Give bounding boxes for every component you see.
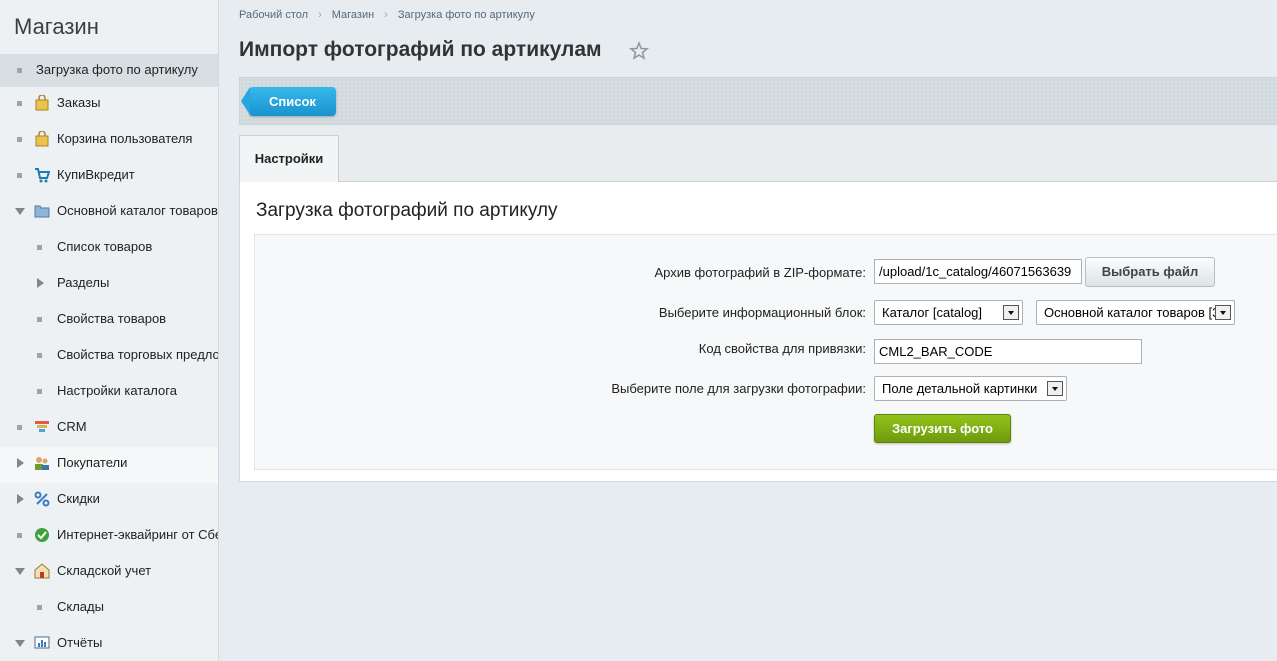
sidebar-item-warehouses[interactable]: Склады: [0, 591, 218, 627]
sidebar-item-sections[interactable]: Разделы: [0, 267, 218, 303]
toolbar: Список: [239, 77, 1277, 125]
chevron-down-icon[interactable]: [15, 568, 25, 575]
sidebar-item-warehouse-accounting[interactable]: Складской учет: [0, 555, 218, 591]
sidebar-item-discounts[interactable]: Скидки: [0, 483, 218, 519]
bullet-marker: [37, 353, 42, 358]
chevron-right-icon[interactable]: [37, 278, 44, 288]
funnel-icon: [35, 421, 49, 432]
users-icon: [35, 457, 49, 470]
bullet-marker: [17, 533, 22, 538]
choose-file-button[interactable]: Выбрать файл: [1085, 257, 1215, 287]
sidebar-item-kupivkredit[interactable]: КупиВкредит: [0, 159, 218, 195]
shopping-bag-icon: [35, 95, 49, 111]
breadcrumb-separator-icon: ›: [384, 9, 388, 21]
iblock-type-select-value: Каталог [catalog]: [882, 305, 983, 320]
sidebar-item-label: Заказы: [57, 95, 101, 110]
percent-icon: [34, 491, 50, 507]
dropdown-arrow-icon[interactable]: [1003, 305, 1019, 320]
sidebar-item-sber-acquiring[interactable]: Интернет-эквайринг от Сбе: [0, 519, 218, 555]
iblock-label: Выберите информационный блок:: [658, 305, 866, 320]
breadcrumb-link-shop[interactable]: Магазин: [332, 9, 374, 21]
sidebar-item-label: Скидки: [57, 491, 100, 506]
sidebar-item-basket[interactable]: Корзина пользователя: [0, 123, 218, 159]
dropdown-arrow-icon[interactable]: [1047, 381, 1063, 396]
archive-path-input[interactable]: /upload/1c_catalog/46071563639: [874, 259, 1082, 284]
sidebar-item-label: Свойства торговых предло: [57, 347, 218, 362]
chevron-right-icon[interactable]: [17, 494, 24, 504]
bullet-marker: [17, 425, 22, 430]
sidebar-item-label: Список товаров: [57, 239, 153, 254]
shopping-bag-icon: [35, 131, 49, 147]
property-code-input[interactable]: CML2_BAR_CODE: [874, 339, 1142, 364]
sidebar: Магазин Загрузка фото по артикулу Заказы…: [0, 0, 219, 661]
sidebar-item-offer-properties[interactable]: Свойства торговых предло: [0, 339, 218, 375]
photo-field-select[interactable]: Поле детальной картинки: [874, 376, 1067, 401]
list-button[interactable]: Список: [241, 87, 336, 116]
archive-label: Архив фотографий в ZIP-формате:: [654, 265, 866, 280]
sidebar-item-main-catalog[interactable]: Основной каталог товаров: [0, 195, 218, 231]
bullet-marker: [17, 137, 22, 142]
bullet-marker: [37, 245, 42, 250]
dropdown-arrow-icon[interactable]: [1215, 305, 1231, 320]
photo-field-select-value: Поле детальной картинки: [882, 381, 1038, 396]
sidebar-item-customers[interactable]: Покупатели: [0, 447, 218, 483]
sidebar-item-label: Настройки каталога: [57, 383, 177, 398]
sidebar-item-label: Свойства товаров: [57, 311, 167, 326]
iblock-select-value: Основной каталог товаров [3]: [1044, 305, 1223, 320]
bullet-marker: [17, 101, 22, 106]
bullet-marker: [17, 173, 22, 178]
property-code-label: Код свойства для привязки:: [698, 341, 866, 356]
sidebar-item-label: КупиВкредит: [57, 167, 135, 182]
sidebar-item-label: Отчёты: [57, 635, 103, 650]
sidebar-item-product-properties[interactable]: Свойства товаров: [0, 303, 218, 339]
sidebar-title: Магазин: [14, 14, 99, 39]
breadcrumb-link-desktop[interactable]: Рабочий стол: [239, 9, 308, 21]
report-icon: [34, 636, 50, 649]
iblock-select[interactable]: Основной каталог товаров [3]: [1036, 300, 1235, 325]
sidebar-menu: Загрузка фото по артикулу Заказы Корзина…: [0, 54, 218, 661]
panel-title: Загрузка фотографий по артикулу: [256, 200, 558, 221]
breadcrumb-separator-icon: ›: [318, 9, 322, 21]
warehouse-icon: [34, 563, 50, 579]
check-circle-icon: [35, 528, 49, 542]
breadcrumb-current[interactable]: Загрузка фото по артикулу: [398, 9, 535, 21]
sidebar-item-product-list[interactable]: Список товаров: [0, 231, 218, 267]
sidebar-item-reports[interactable]: Отчёты: [0, 627, 218, 661]
sidebar-item-photo-upload[interactable]: Загрузка фото по артикулу: [0, 54, 218, 87]
sidebar-item-catalog-settings[interactable]: Настройки каталога: [0, 375, 218, 411]
sidebar-item-label: Корзина пользователя: [57, 131, 193, 146]
sidebar-item-label: Складской учет: [57, 563, 152, 578]
folder-icon: [34, 205, 50, 218]
bullet-marker: [17, 68, 22, 73]
sidebar-item-label: CRM: [57, 419, 87, 434]
tabs-bar: Настройки: [239, 134, 1277, 182]
bullet-marker: [37, 605, 42, 610]
sidebar-item-orders[interactable]: Заказы: [0, 87, 218, 123]
main-content: Рабочий стол › Магазин › Загрузка фото по ар…: [220, 0, 1277, 661]
star-icon[interactable]: [629, 41, 649, 61]
chevron-right-icon[interactable]: [17, 458, 24, 468]
chevron-down-icon[interactable]: [15, 208, 25, 215]
breadcrumb: Рабочий стол › Магазин › Загрузка фото по ар…: [239, 9, 535, 21]
sidebar-item-label: Загрузка фото по артикулу: [36, 62, 198, 77]
bullet-marker: [37, 317, 42, 322]
cart-icon: [35, 168, 50, 183]
sidebar-item-label: Основной каталог товаров: [57, 203, 218, 218]
iblock-type-select[interactable]: Каталог [catalog]: [874, 300, 1023, 325]
bullet-marker: [37, 389, 42, 394]
settings-panel: Загрузка фотографий по артикулу Архив фо…: [239, 182, 1277, 482]
tab-settings[interactable]: Настройки: [239, 135, 339, 182]
upload-photo-button[interactable]: Загрузить фото: [874, 414, 1011, 443]
page-title: Импорт фотографий по артикулам: [239, 38, 602, 61]
form-area: Архив фотографий в ZIP-формате: /upload/…: [254, 234, 1277, 470]
photo-field-label: Выберите поле для загрузки фотографии:: [611, 381, 866, 396]
sidebar-item-label: Склады: [57, 599, 104, 614]
sidebar-item-label: Интернет-эквайринг от Сбе: [57, 527, 218, 542]
sidebar-item-crm[interactable]: CRM: [0, 411, 218, 447]
sidebar-item-label: Покупатели: [57, 455, 128, 470]
chevron-down-icon[interactable]: [15, 640, 25, 647]
sidebar-item-label: Разделы: [57, 275, 110, 290]
